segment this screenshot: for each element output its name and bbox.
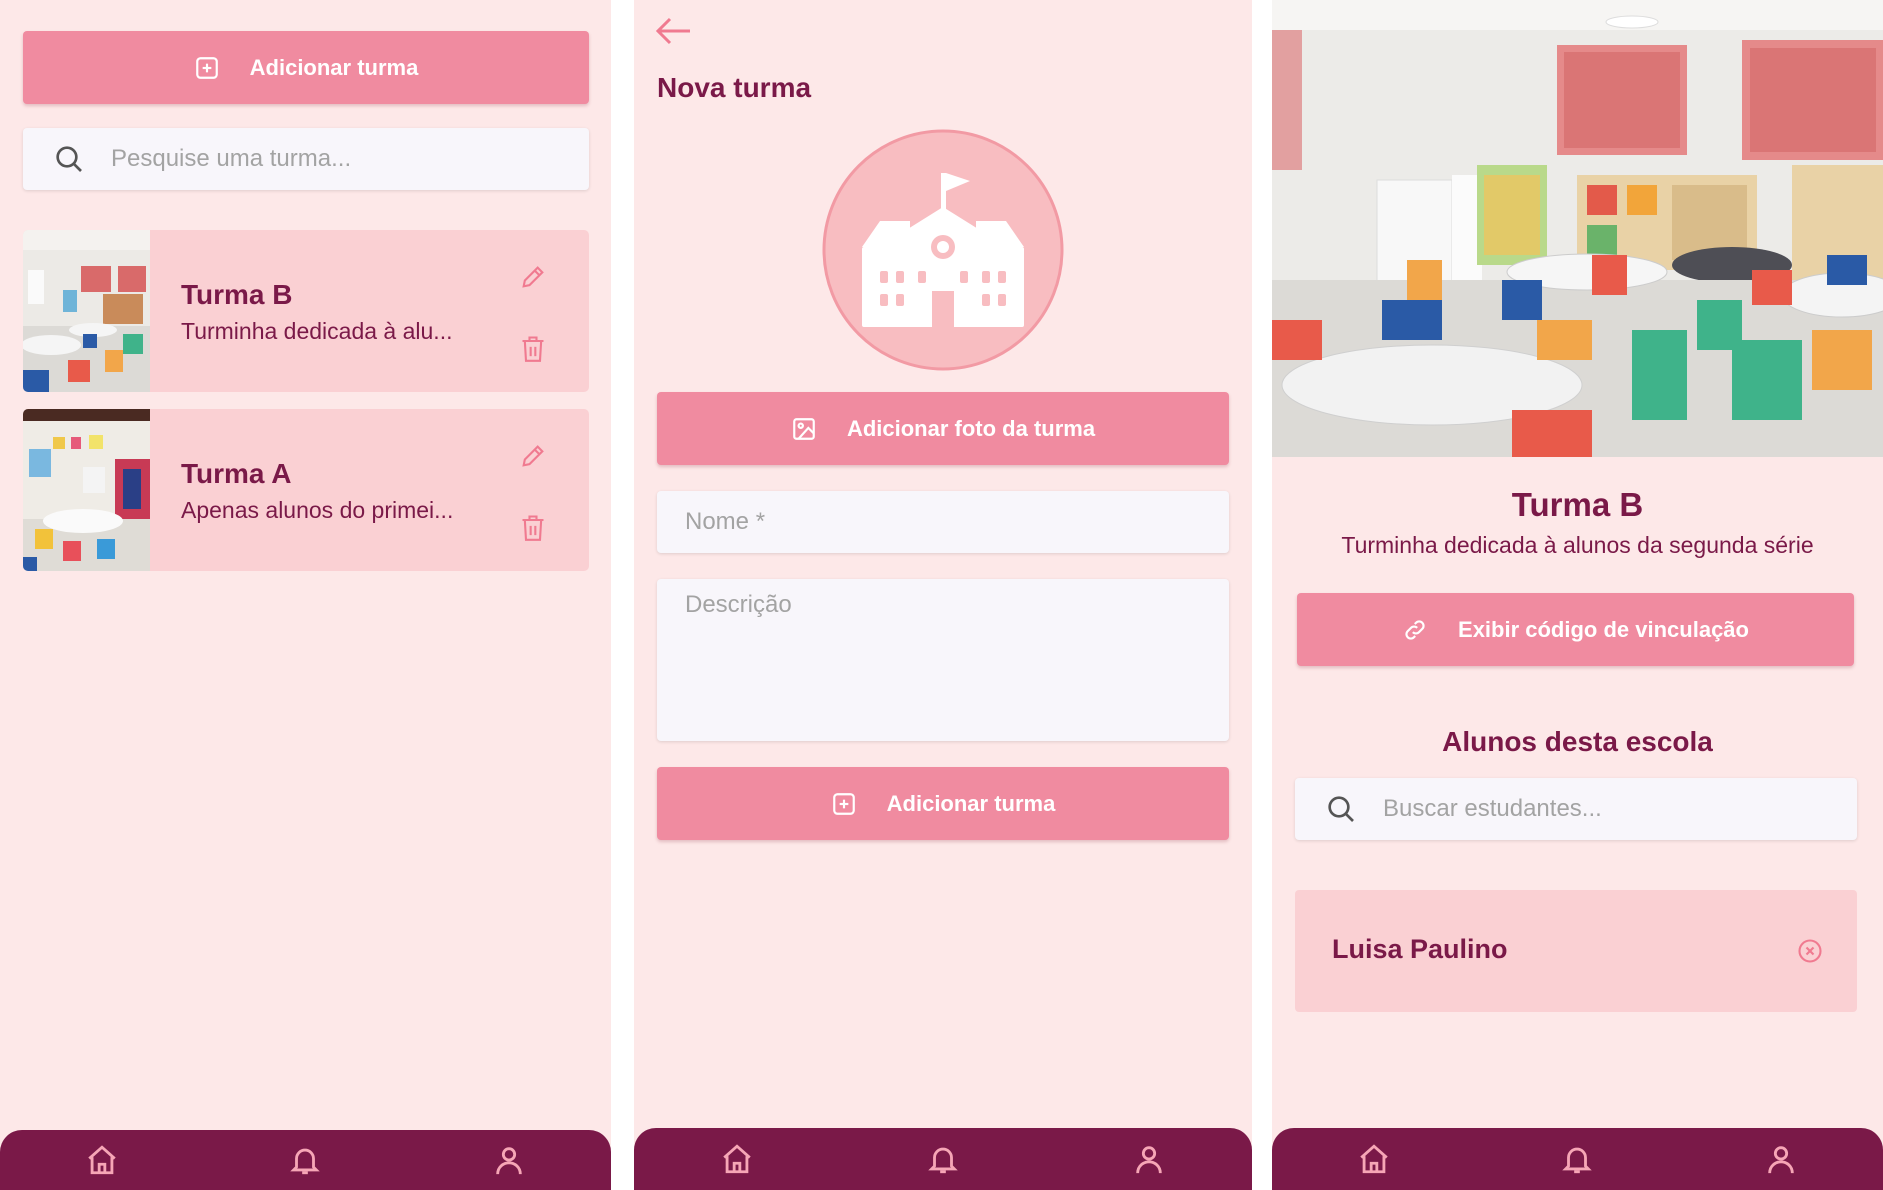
edit-icon[interactable] — [519, 263, 547, 291]
class-detail-screen: Turma B Turminha dedicada à alunos da se… — [1272, 0, 1883, 1190]
edit-icon[interactable] — [519, 442, 547, 470]
delete-icon[interactable] — [519, 334, 547, 364]
add-class-label: Adicionar turma — [249, 54, 419, 80]
class-search-input[interactable] — [111, 145, 589, 173]
class-description: Apenas alunos do primei... — [181, 497, 454, 523]
page-title: Nova turma — [657, 72, 812, 103]
bottom-nav — [0, 1130, 611, 1190]
class-card[interactable]: Turma B Turminha dedicada à alu... — [23, 230, 589, 392]
add-photo-button[interactable]: Adicionar foto da turma — [657, 392, 1229, 465]
class-card[interactable]: Turma A Apenas alunos do primei... — [23, 409, 589, 571]
school-placeholder-icon — [822, 129, 1064, 371]
class-cover-photo — [1272, 0, 1883, 457]
image-icon — [791, 416, 817, 442]
class-title: Turma B — [1511, 486, 1644, 523]
class-photo — [23, 409, 150, 571]
link-icon — [1402, 617, 1428, 643]
student-search-input[interactable] — [1383, 795, 1857, 823]
student-search-field[interactable] — [1295, 778, 1857, 840]
search-icon — [1325, 793, 1357, 825]
profile-icon[interactable] — [1132, 1142, 1166, 1176]
description-field[interactable] — [657, 579, 1229, 741]
students-heading: Alunos desta escola — [1442, 726, 1713, 757]
profile-icon[interactable] — [1764, 1142, 1798, 1176]
class-description: Turminha dedicada à alu... — [181, 318, 453, 344]
show-link-code-button[interactable]: Exibir código de vinculação — [1297, 593, 1854, 666]
class-subtitle: Turminha dedicada à alunos da segunda sé… — [1341, 532, 1814, 558]
class-list-screen: Adicionar turma Pesquise uma turma... Tu… — [0, 0, 611, 1190]
bell-icon[interactable] — [288, 1143, 322, 1177]
home-icon[interactable] — [720, 1142, 754, 1176]
home-icon[interactable] — [1357, 1142, 1391, 1176]
description-input[interactable] — [685, 591, 1201, 729]
bottom-nav — [634, 1128, 1252, 1190]
class-title: Turma A — [181, 458, 292, 489]
bell-icon[interactable] — [926, 1142, 960, 1176]
submit-class-label: Adicionar turma — [886, 790, 1056, 816]
add-square-icon — [194, 55, 220, 81]
add-class-button[interactable]: Adicionar turma — [23, 31, 589, 104]
show-link-code-label: Exibir código de vinculação — [1458, 616, 1749, 642]
class-search-field[interactable] — [23, 128, 589, 190]
bottom-nav — [1272, 1128, 1883, 1190]
home-icon[interactable] — [85, 1143, 119, 1177]
add-square-icon — [831, 791, 857, 817]
bell-icon[interactable] — [1560, 1142, 1594, 1176]
student-row[interactable]: Luisa Paulino — [1295, 890, 1857, 1012]
name-field[interactable] — [657, 491, 1229, 553]
new-class-screen: Nova turma Adicionar foto da turma Nome … — [634, 0, 1252, 1190]
add-photo-label: Adicionar foto da turma — [846, 415, 1096, 441]
student-name: Luisa Paulino — [1332, 934, 1508, 964]
class-photo — [23, 230, 150, 392]
name-input[interactable] — [685, 508, 1229, 536]
submit-class-button[interactable]: Adicionar turma — [657, 767, 1229, 840]
delete-icon[interactable] — [519, 513, 547, 543]
search-icon — [53, 143, 85, 175]
profile-icon[interactable] — [492, 1143, 526, 1177]
remove-student-icon[interactable] — [1796, 937, 1824, 965]
class-title: Turma B — [181, 279, 293, 310]
back-arrow-icon[interactable] — [654, 14, 694, 48]
